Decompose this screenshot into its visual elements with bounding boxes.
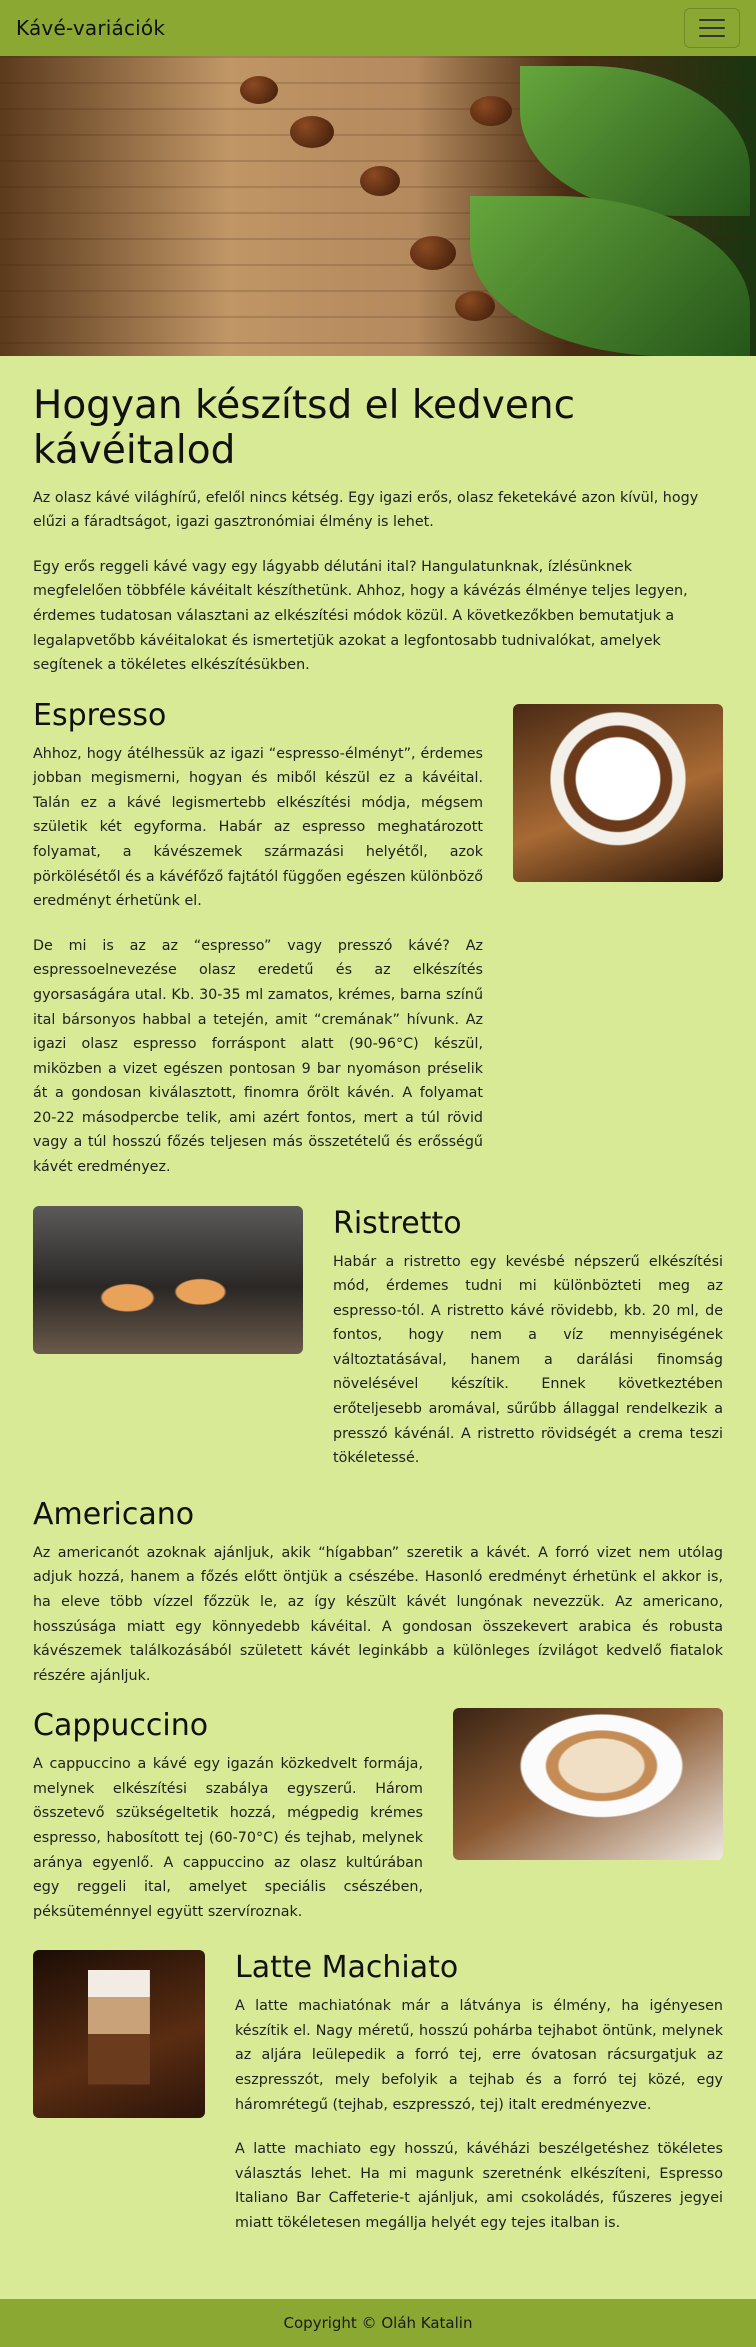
espresso-section: Espresso Ahhoz, hogy átélhessük az igazi… bbox=[33, 698, 723, 1200]
footer: Copyright © Oláh Katalin bbox=[0, 2299, 756, 2347]
americano-section: Americano Az americanót azoknak ajánljuk… bbox=[33, 1497, 723, 1688]
ristretto-section: Ristretto Habár a ristretto egy kevésbé … bbox=[33, 1205, 723, 1491]
cappuccino-image bbox=[453, 1708, 723, 1861]
coffee-bean-image bbox=[290, 116, 334, 148]
section-title: Latte Machiato bbox=[235, 1950, 459, 1986]
section-title: Ristretto bbox=[333, 1205, 462, 1241]
coffee-bean-image bbox=[240, 76, 278, 104]
section-paragraph: De mi is az az “espresso” vagy presszó k… bbox=[33, 937, 483, 1175]
hamburger-menu-icon-line bbox=[699, 35, 725, 37]
section-paragraph: A cappuccino a kávé egy igazán közkedvel… bbox=[33, 1756, 423, 1920]
navbar: Kávé-variációk bbox=[0, 0, 756, 56]
coffee-bean-image bbox=[410, 236, 456, 270]
hero-image bbox=[0, 56, 756, 356]
section-title: Cappuccino bbox=[33, 1708, 209, 1744]
latte-image bbox=[33, 1950, 205, 2119]
section-paragraph: Ahhoz, hogy átélhessük az igazi “espress… bbox=[33, 745, 483, 910]
leaf-image bbox=[470, 196, 750, 356]
section-paragraph: Az americanót azoknak ajánljuk, akik “hí… bbox=[33, 1544, 723, 1684]
coffee-bean-image bbox=[360, 166, 400, 196]
coffee-bean-image bbox=[470, 96, 512, 126]
section-title: Americano bbox=[33, 1496, 195, 1532]
section-paragraph: A latte machiato egy hosszú, kávéházi be… bbox=[235, 2141, 723, 2231]
section-title: Espresso bbox=[33, 697, 167, 733]
copyright-text: Copyright © Oláh Katalin bbox=[283, 2314, 473, 2333]
intro-paragraph: Az olasz kávé világhírű, efelől nincs ké… bbox=[33, 489, 699, 531]
main-content: Hogyan készítsd el kedvenc kávéitalod Az… bbox=[0, 356, 756, 2281]
ristretto-image bbox=[33, 1205, 303, 1354]
intro-paragraph: Egy erős reggeli kávé vagy egy lágyabb d… bbox=[33, 558, 688, 674]
latte-section: Latte Machiato A latte machiatónak már a… bbox=[33, 1950, 723, 2255]
navbar-brand[interactable]: Kávé-variációk bbox=[16, 16, 165, 40]
page-title: Hogyan készítsd el kedvenc kávéitalod bbox=[33, 383, 576, 473]
hamburger-menu-icon-line bbox=[699, 27, 725, 29]
section-paragraph: A latte machiatónak már a látványa is él… bbox=[235, 1998, 723, 2113]
cappuccino-section: Cappuccino A cappuccino a kávé egy igazá… bbox=[33, 1708, 723, 1944]
leaf-image bbox=[520, 66, 750, 216]
espresso-image bbox=[513, 703, 723, 882]
intro-section: Hogyan készítsd el kedvenc kávéitalod Az… bbox=[33, 383, 723, 678]
section-paragraph: Habár a ristretto egy kevésbé népszerű e… bbox=[333, 1253, 723, 1467]
hamburger-menu-icon bbox=[699, 19, 725, 21]
coffee-bean-image bbox=[455, 291, 495, 321]
navbar-toggler-button[interactable] bbox=[684, 8, 740, 48]
